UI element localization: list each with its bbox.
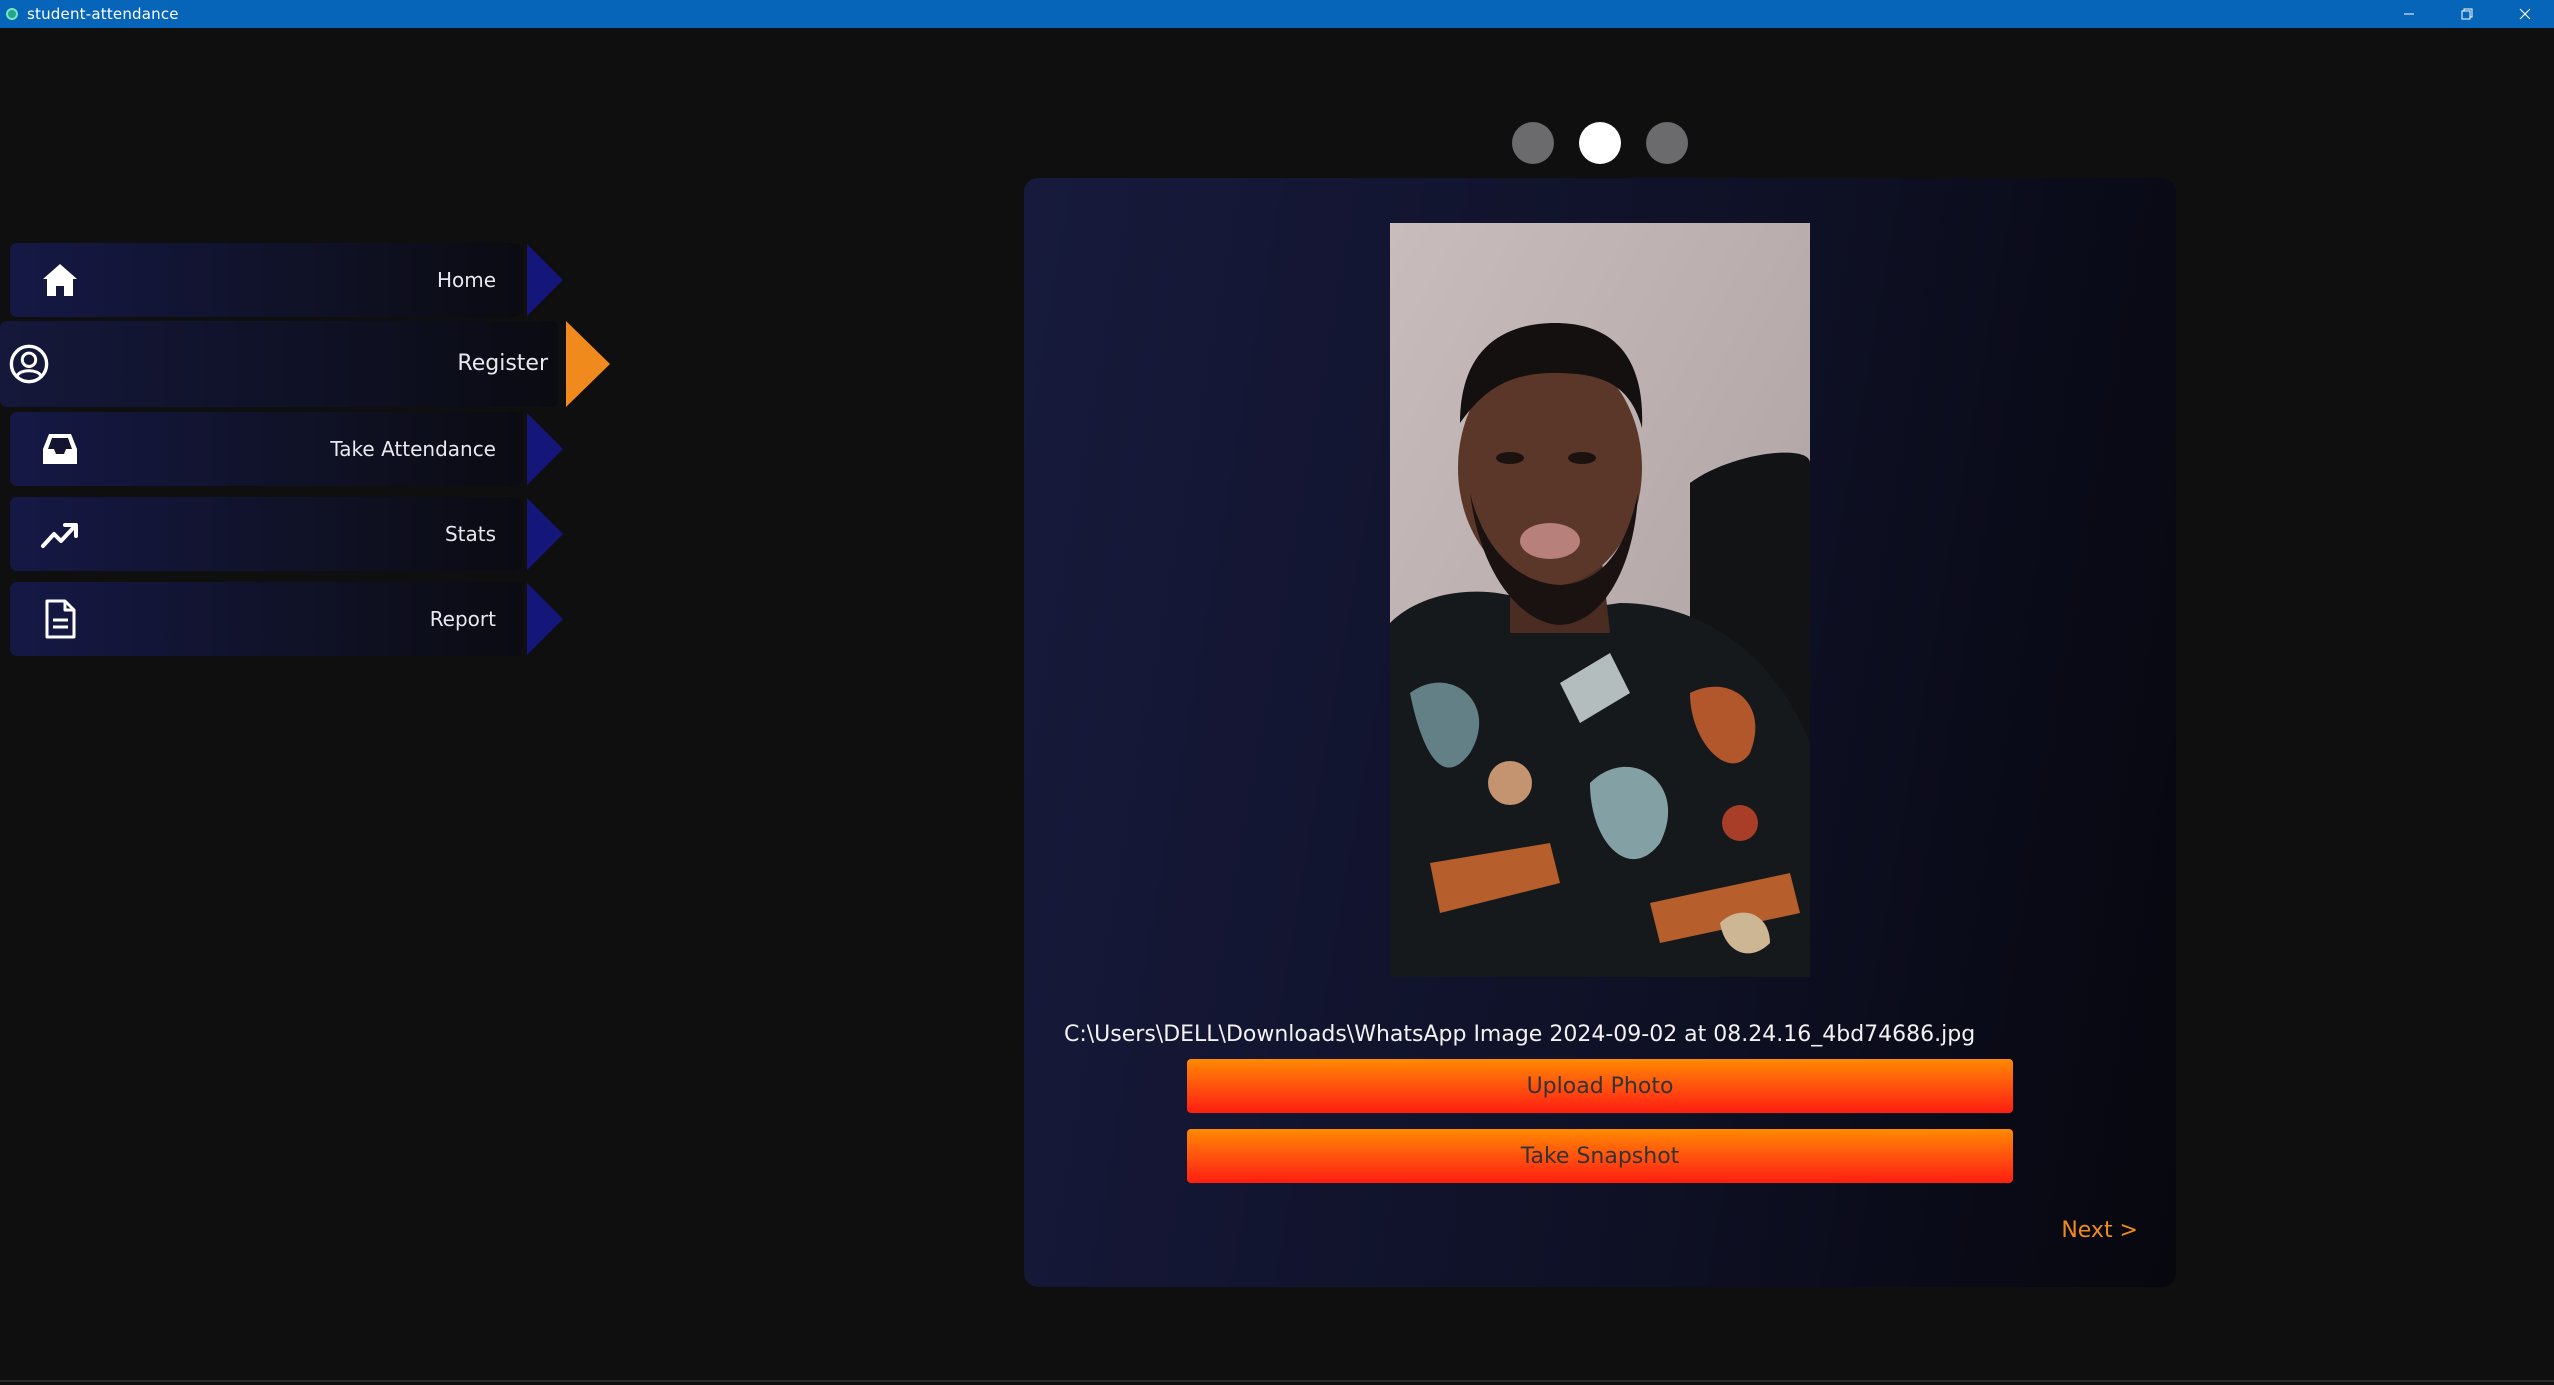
sidebar-item-report[interactable]: Report (10, 582, 522, 656)
sidebar-item-label: Report (429, 607, 496, 631)
nav-arrow (527, 244, 563, 316)
sidebar-item-label: Register (457, 351, 548, 376)
take-snapshot-button[interactable]: Take Snapshot (1187, 1129, 2013, 1183)
step-dot-1[interactable] (1512, 122, 1554, 164)
close-icon (2519, 8, 2531, 20)
home-icon (43, 264, 77, 296)
nav-arrow (527, 583, 563, 655)
sidebar-item-home[interactable]: Home (10, 243, 522, 317)
bottom-divider (0, 1380, 2554, 1382)
registration-card: C:\Users\DELL\Downloads\WhatsApp Image 2… (1024, 178, 2176, 1287)
selected-file-path: C:\Users\DELL\Downloads\WhatsApp Image 2… (1064, 1022, 1976, 1047)
document-icon (45, 599, 76, 639)
step-dot-3[interactable] (1646, 122, 1688, 164)
restore-icon (2461, 8, 2473, 20)
window-title: student-attendance (27, 5, 179, 23)
user-circle-icon (9, 344, 49, 384)
title-bar: student-attendance (0, 0, 2554, 28)
minimize-button[interactable] (2380, 0, 2438, 28)
nav-arrow (527, 498, 563, 570)
close-button[interactable] (2496, 0, 2554, 28)
restore-button[interactable] (2438, 0, 2496, 28)
window-controls (2380, 0, 2554, 28)
sidebar-item-label: Stats (444, 522, 496, 546)
minimize-icon (2404, 13, 2414, 15)
sidebar-item-stats[interactable]: Stats (10, 497, 522, 571)
step-dot-2-active[interactable] (1579, 122, 1621, 164)
student-photo-preview (1390, 223, 1810, 977)
student-photo (1390, 223, 1810, 977)
sidebar-item-register[interactable]: Register (0, 321, 558, 407)
sidebar-item-label: Home (436, 268, 496, 292)
nav-arrow (527, 413, 563, 485)
active-nav-arrow (566, 321, 610, 407)
sidebar-item-label: Take Attendance (330, 437, 496, 461)
sidebar-item-take-attendance[interactable]: Take Attendance (10, 412, 522, 486)
trending-up-icon (41, 523, 78, 548)
app-icon (6, 8, 18, 20)
upload-photo-button[interactable]: Upload Photo (1187, 1059, 2013, 1113)
next-link[interactable]: Next > (2061, 1218, 2138, 1243)
inbox-tray-icon (43, 434, 77, 464)
